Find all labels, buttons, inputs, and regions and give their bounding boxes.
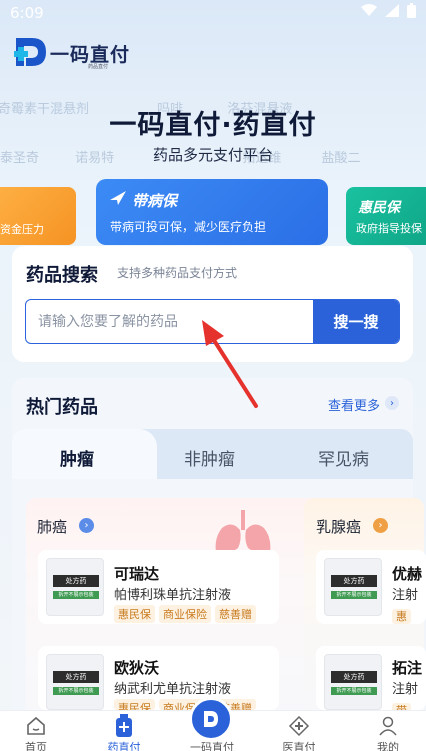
search-input[interactable] bbox=[26, 300, 313, 343]
see-more-link[interactable]: 查看更多 bbox=[328, 395, 380, 414]
hospital-icon bbox=[288, 715, 310, 737]
hot-drugs-title: 热门药品 bbox=[26, 397, 98, 418]
promo-card-huiminbao-desc: 政府指导投保 bbox=[356, 222, 422, 235]
category-title[interactable]: 肺癌 bbox=[37, 516, 67, 537]
plane-icon bbox=[110, 191, 126, 205]
drug-tag: 惠 bbox=[392, 609, 411, 624]
search-hint: 支持多种药品支付方式 bbox=[117, 266, 238, 280]
nav-label: 一码直付 bbox=[190, 741, 234, 751]
signal-icon bbox=[385, 4, 399, 17]
drug-box-note: 拆开不展示包装 bbox=[331, 687, 377, 695]
category-title[interactable]: 乳腺癌 bbox=[316, 516, 361, 537]
promo-card-left-text: 资金压力 bbox=[0, 223, 44, 236]
tab-non-tumor[interactable]: 非肿瘤 bbox=[184, 445, 235, 470]
drug-box-label: 处方药 bbox=[331, 671, 377, 683]
tab-tumor[interactable]: 肿瘤 bbox=[60, 445, 94, 470]
profile-icon bbox=[379, 716, 397, 736]
drug-desc: 注射 bbox=[392, 682, 419, 697]
drug-box-image: 处方药 拆开不展示包装 bbox=[46, 558, 104, 616]
drug-box-label: 处方药 bbox=[331, 575, 377, 587]
drug-tags: 惠民保 商业保险 慈善赠 bbox=[114, 605, 276, 623]
drug-desc: 纳武利尤单抗注射液 bbox=[114, 682, 232, 697]
drug-tag: 慈善赠 bbox=[215, 605, 256, 623]
drug-tags: 带 bbox=[392, 699, 426, 710]
pay-icon bbox=[204, 711, 218, 727]
chevron-right-icon[interactable]: › bbox=[385, 396, 399, 410]
nav-label: 我的 bbox=[377, 741, 399, 751]
hero-subtitle: 药品多元支付平台 bbox=[152, 146, 273, 164]
search-title: 药品搜索 bbox=[26, 265, 98, 286]
battery-icon bbox=[407, 3, 416, 18]
nav-label: 药直付 bbox=[107, 741, 141, 751]
promo-card-daibingbao[interactable] bbox=[96, 179, 328, 245]
drug-box-note: 拆开不展示包装 bbox=[331, 591, 377, 599]
chevron-right-icon[interactable]: › bbox=[373, 518, 388, 533]
tab-rare-disease[interactable]: 罕见病 bbox=[318, 445, 369, 470]
drug-name: 优赫 bbox=[392, 565, 423, 583]
chevron-right-icon[interactable]: › bbox=[79, 518, 94, 533]
drug-box-image: 处方药 拆开不展示包装 bbox=[46, 654, 104, 710]
status-bar: 6:09 bbox=[0, 0, 426, 26]
drug-box-image: 处方药 拆开不展示包装 bbox=[324, 654, 382, 710]
drug-tags: 惠 bbox=[392, 605, 426, 624]
drug-box-label: 处方药 bbox=[53, 671, 99, 683]
drug-desc: 帕博利珠单抗注射液 bbox=[114, 588, 232, 603]
drug-desc: 注射 bbox=[392, 588, 419, 603]
drug-name: 拓注 bbox=[392, 659, 423, 677]
drug-box-note: 拆开不展示包装 bbox=[53, 591, 99, 599]
drug-tag: 惠民保 bbox=[114, 605, 155, 623]
drug-tag: 商业保险 bbox=[159, 605, 211, 623]
brand-tagline: 药品直付 bbox=[88, 64, 109, 70]
drug-box-image: 处方药 拆开不展示包装 bbox=[324, 558, 382, 616]
drug-box-note: 拆开不展示包装 bbox=[53, 687, 99, 695]
promo-card-daibingbao-desc: 带病可投可保，减少医疗负担 bbox=[110, 220, 267, 234]
search-button[interactable]: 搜一搜 bbox=[313, 300, 399, 343]
nav-center-button[interactable] bbox=[189, 697, 233, 741]
drug-box-label: 处方药 bbox=[53, 575, 99, 587]
nav-label: 首页 bbox=[25, 741, 47, 751]
wifi-icon bbox=[361, 4, 377, 16]
status-time: 6:09 bbox=[10, 4, 44, 22]
drug-tag: 带 bbox=[392, 703, 411, 710]
promo-card-huiminbao-title: 惠民保 bbox=[358, 200, 400, 216]
drug-tag: 惠民保 bbox=[114, 699, 155, 710]
drug-name: 可瑞达 bbox=[114, 565, 160, 583]
nav-label: 医直付 bbox=[282, 741, 316, 751]
medicine-icon bbox=[116, 714, 132, 737]
hero-title: 一码直付·药直付 bbox=[109, 110, 317, 141]
drug-name: 欧狄沃 bbox=[114, 659, 160, 677]
status-icons bbox=[361, 3, 416, 18]
home-icon bbox=[27, 716, 45, 735]
annotation-arrow-icon bbox=[202, 320, 258, 408]
